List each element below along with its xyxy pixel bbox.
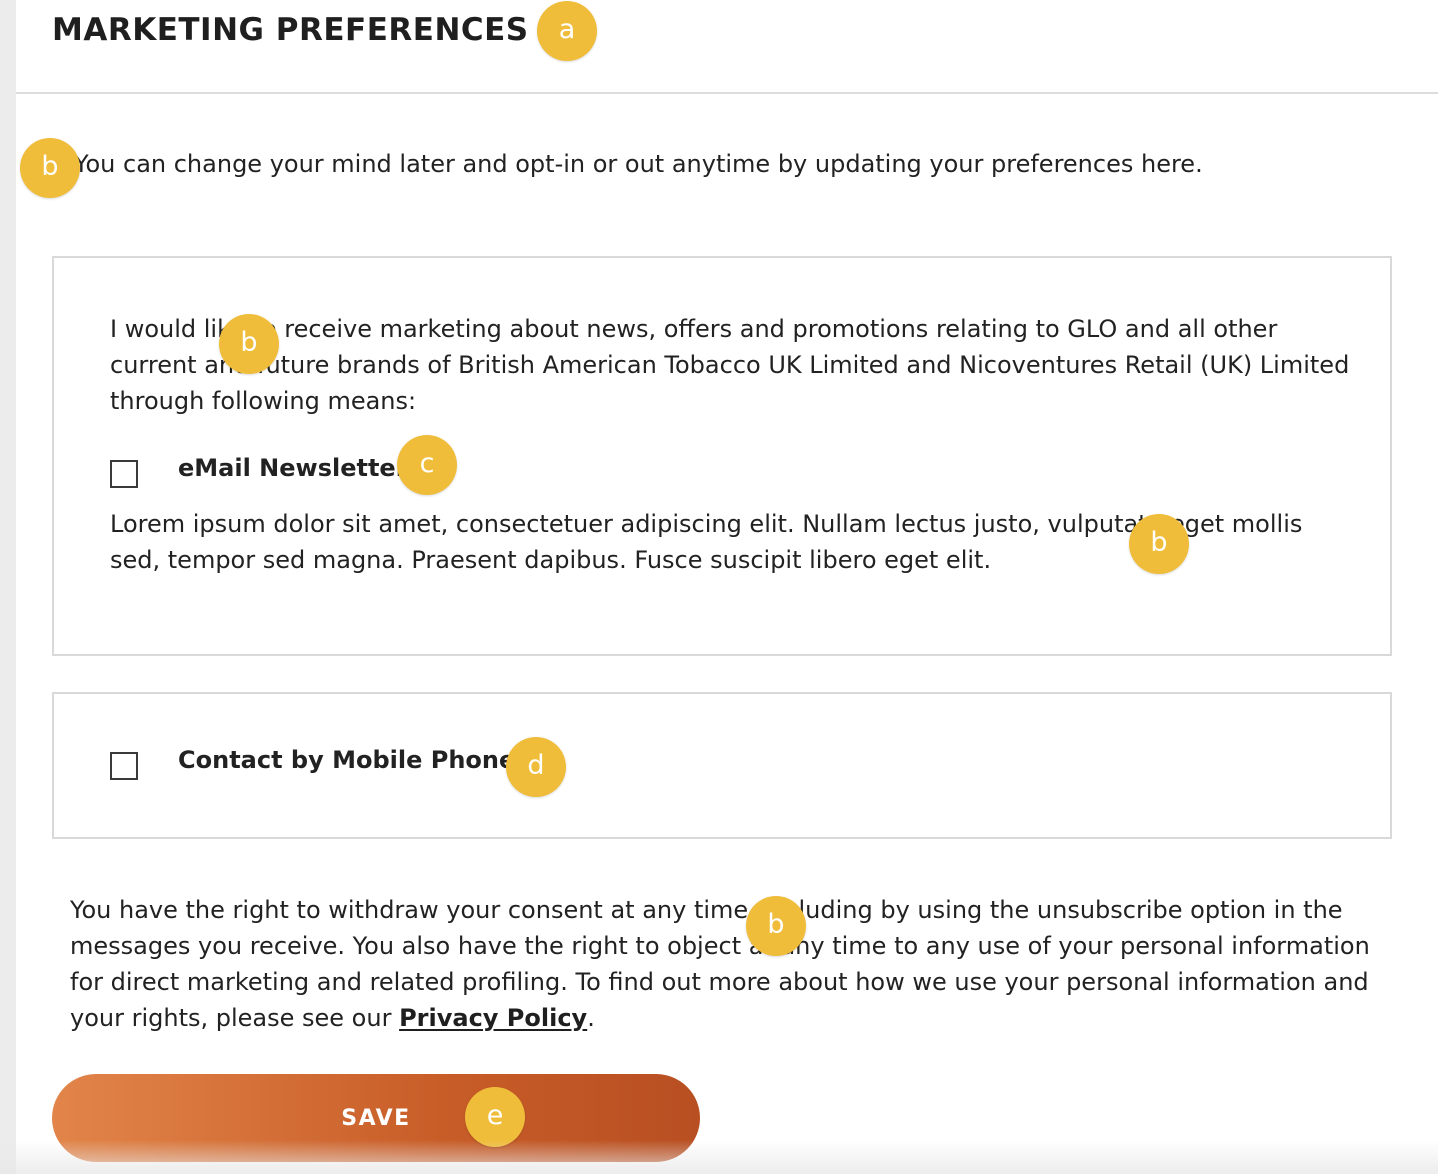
annotation-badge-b-description: b: [219, 314, 279, 374]
annotation-badge-e: e: [465, 1087, 525, 1147]
save-button[interactable]: SAVE: [52, 1074, 700, 1162]
annotation-badge-c: c: [397, 435, 457, 495]
marketing-consent-description: I would like to receive marketing about …: [110, 315, 1350, 415]
phone-preference-card: Contact by Mobile Phone: [52, 692, 1392, 839]
annotation-badge-a: a: [537, 1, 597, 61]
mobile-phone-label[interactable]: Contact by Mobile Phone: [178, 746, 515, 774]
annotation-badge-b-rights: b: [746, 896, 806, 956]
rights-notice-end: .: [587, 1004, 595, 1032]
mobile-phone-checkbox[interactable]: [110, 752, 138, 780]
rights-notice-text: You have the right to withdraw your cons…: [70, 896, 1370, 1032]
annotation-badge-d: d: [506, 737, 566, 797]
annotation-badge-b-lorem: b: [1129, 514, 1189, 574]
intro-text: You can change your mind later and opt-i…: [74, 150, 1203, 178]
annotation-badge-b-intro: b: [20, 138, 80, 198]
rights-notice: You have the right to withdraw your cons…: [70, 892, 1380, 1036]
email-newsletter-label[interactable]: eMail Newsletter: [178, 454, 408, 482]
page-title: MARKETING PREFERENCES: [52, 12, 529, 48]
page-header: MARKETING PREFERENCES: [16, 0, 1438, 94]
preferences-page: MARKETING PREFERENCES You can change you…: [16, 0, 1438, 1174]
privacy-policy-link[interactable]: Privacy Policy: [399, 1004, 587, 1032]
email-newsletter-checkbox[interactable]: [110, 460, 138, 488]
